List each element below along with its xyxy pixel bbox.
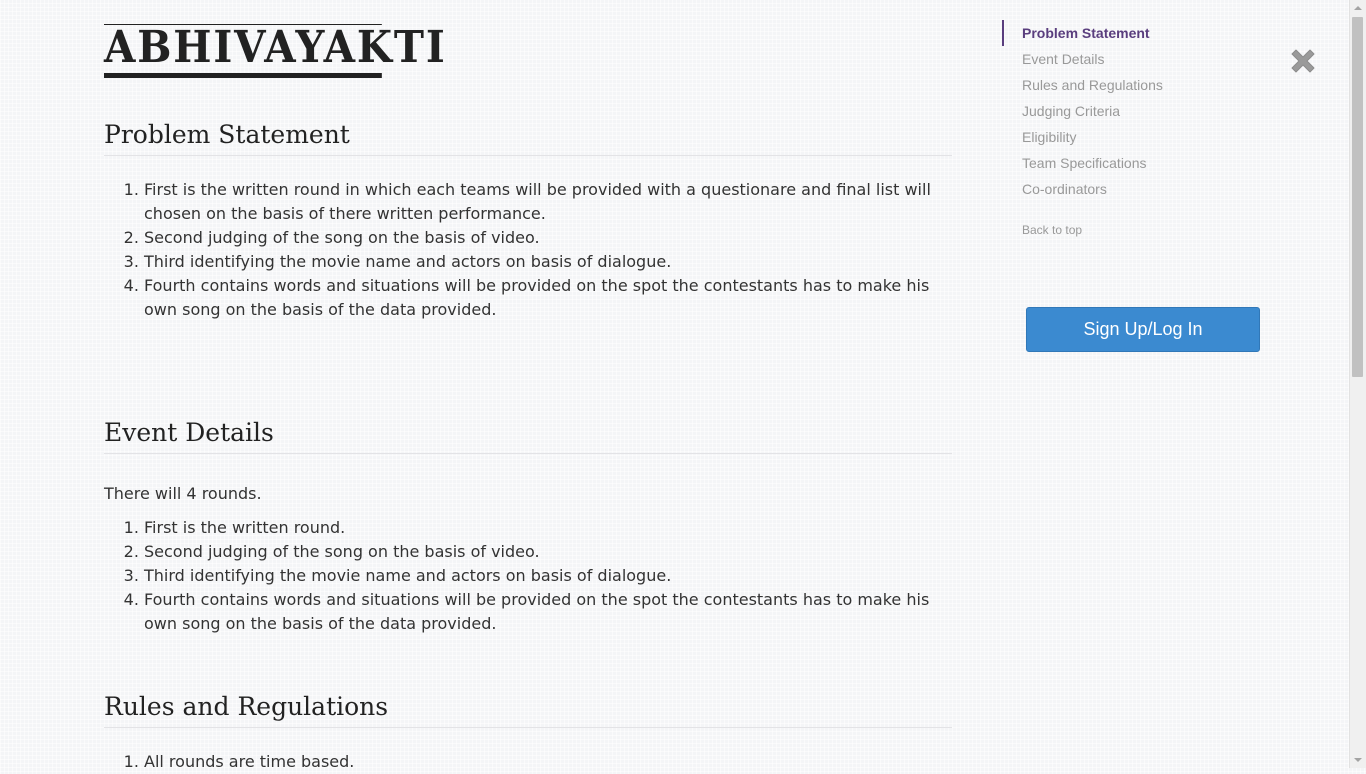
section-heading: Event Details xyxy=(104,413,952,454)
list-item: Second judging of the song on the basis … xyxy=(144,540,952,564)
rules-list: All rounds are time based. xyxy=(104,750,952,774)
list-item: Third identifying the movie name and act… xyxy=(144,564,952,588)
list-item: First is the written round in which each… xyxy=(144,178,952,226)
close-icon[interactable] xyxy=(1288,46,1318,76)
sign-up-login-button[interactable]: Sign Up/Log In xyxy=(1026,307,1260,352)
toc-item-rules[interactable]: Rules and Regulations xyxy=(1002,72,1202,98)
problem-list: First is the written round in which each… xyxy=(104,178,952,322)
list-item: Third identifying the movie name and act… xyxy=(144,250,952,274)
vertical-scrollbar[interactable] xyxy=(1349,0,1366,768)
list-item: First is the written round. xyxy=(144,516,952,540)
back-to-top-link[interactable]: Back to top xyxy=(1002,223,1202,237)
table-of-contents: Problem Statement Event Details Rules an… xyxy=(1002,20,1202,237)
toc-item-problem-statement[interactable]: Problem Statement xyxy=(1002,20,1202,46)
section-event-details: Event Details There will 4 rounds. First… xyxy=(104,413,952,636)
event-list: First is the written round. Second judgi… xyxy=(104,516,952,636)
section-rules: Rules and Regulations All rounds are tim… xyxy=(104,687,952,774)
toc-item-judging-criteria[interactable]: Judging Criteria xyxy=(1002,98,1202,124)
toc-item-event-details[interactable]: Event Details xyxy=(1002,46,1202,72)
toc-item-coordinators[interactable]: Co-ordinators xyxy=(1002,176,1202,202)
list-item: All rounds are time based. xyxy=(144,750,952,774)
list-item: Second judging of the song on the basis … xyxy=(144,226,952,250)
section-heading: Rules and Regulations xyxy=(104,687,952,728)
list-item: Fourth contains words and situations wil… xyxy=(144,274,952,322)
section-problem-statement: Problem Statement First is the written r… xyxy=(104,115,952,322)
toc-item-team-specifications[interactable]: Team Specifications xyxy=(1002,150,1202,176)
section-heading: Problem Statement xyxy=(104,115,952,156)
section-intro: There will 4 rounds. xyxy=(104,484,262,503)
list-item: Fourth contains words and situations wil… xyxy=(144,588,952,636)
scroll-down-arrow-icon[interactable] xyxy=(1350,751,1366,768)
scroll-up-arrow-icon[interactable] xyxy=(1350,0,1366,17)
site-logo[interactable]: Abhivayakti xyxy=(104,24,445,78)
scrollbar-thumb[interactable] xyxy=(1352,17,1363,377)
toc-item-eligibility[interactable]: Eligibility xyxy=(1002,124,1202,150)
